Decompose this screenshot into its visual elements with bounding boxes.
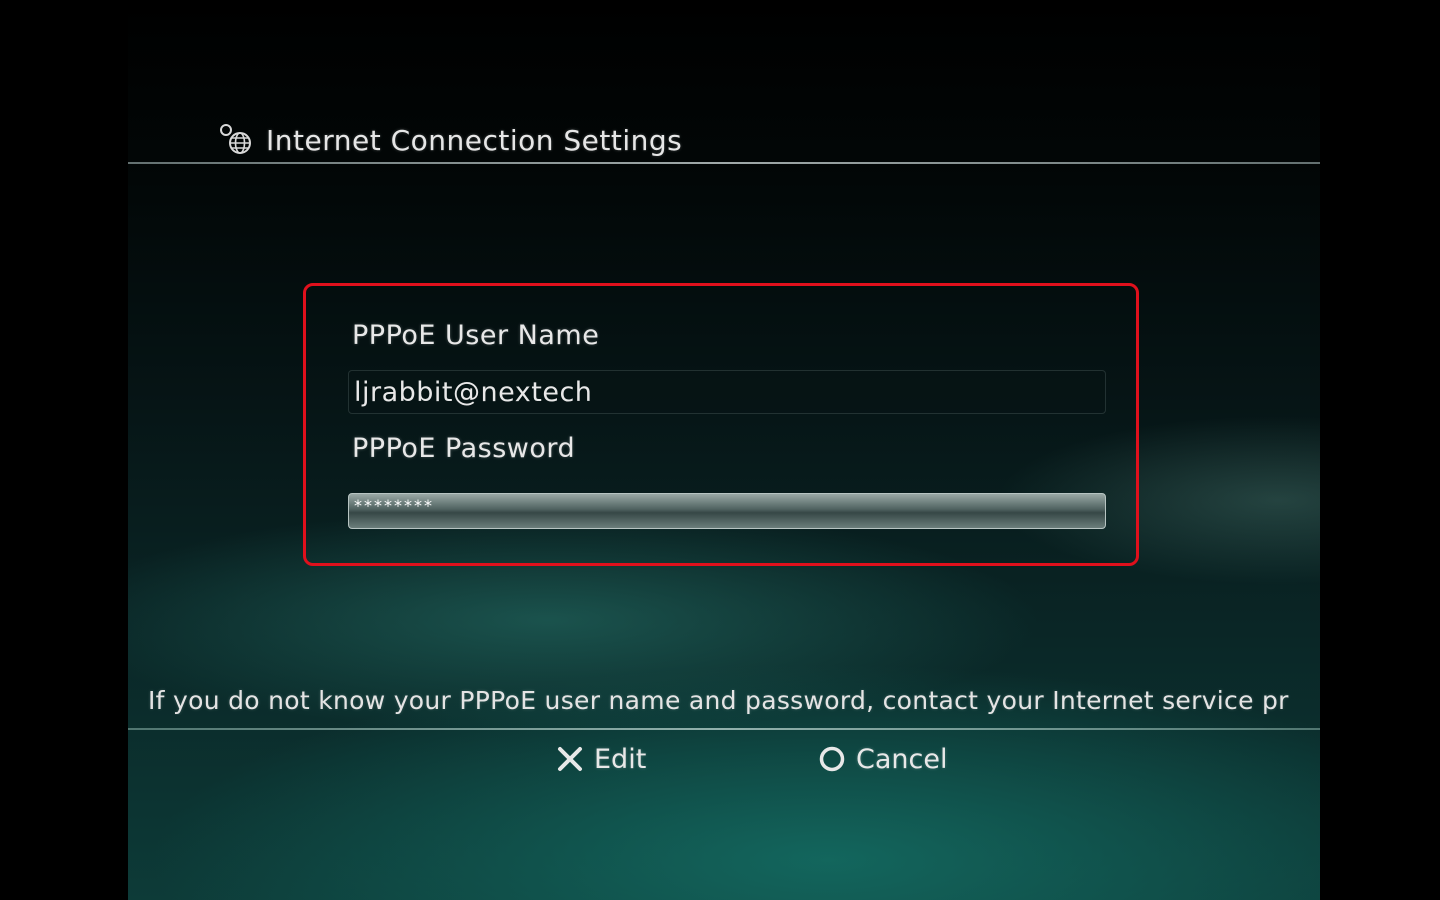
username-value: ljrabbit@nextech [354, 376, 593, 408]
cancel-label: Cancel [856, 743, 948, 775]
footer-divider [128, 728, 1320, 730]
password-label: PPPoE Password [352, 433, 576, 464]
page-header: Internet Connection Settings [218, 118, 682, 162]
username-label: PPPoE User Name [352, 320, 600, 351]
edit-label: Edit [594, 743, 647, 775]
cross-button-icon [556, 745, 584, 773]
edit-button[interactable]: Edit [556, 738, 646, 780]
password-value: ******** [354, 496, 434, 515]
page-title: Internet Connection Settings [266, 123, 683, 157]
password-field[interactable]: ******** [348, 493, 1106, 529]
network-settings-icon [218, 121, 256, 159]
header-divider [128, 162, 1320, 164]
help-text: If you do not know your PPPoE user name … [148, 686, 1289, 715]
cancel-button[interactable]: Cancel [818, 738, 947, 780]
left-letterbox [0, 0, 128, 900]
circle-button-icon [818, 745, 846, 773]
right-letterbox [1320, 0, 1440, 900]
username-field[interactable]: ljrabbit@nextech [348, 370, 1106, 414]
